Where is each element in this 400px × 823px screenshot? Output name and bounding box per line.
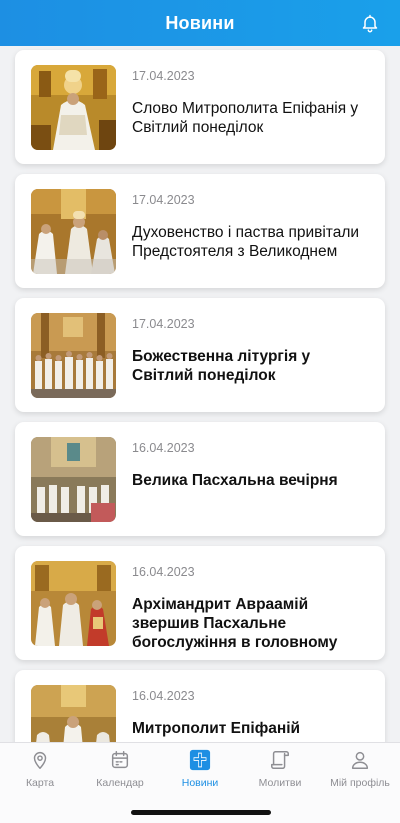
news-title: Божественна літургія у Світлий понеділок <box>132 348 311 384</box>
app: Новини 17.04.2023 Слово Митрополита Епіф… <box>0 0 400 823</box>
tab-label: Карта <box>25 777 55 789</box>
news-card[interactable]: 16.04.2023 Архімандрит Авраамій звершив … <box>15 546 385 660</box>
tab-profile[interactable]: Мій профіль <box>320 749 400 795</box>
page-title: Новини <box>165 12 235 33</box>
news-date: 17.04.2023 <box>132 193 195 207</box>
news-thumbnail <box>31 437 116 522</box>
tab-label: Молитви <box>258 777 302 789</box>
news-card[interactable]: 16.04.2023 Митрополит Епіфаній звершив <box>15 670 385 742</box>
tab-news[interactable]: Новини <box>160 749 240 795</box>
bell-icon[interactable] <box>360 13 380 33</box>
person-icon <box>351 751 369 769</box>
news-date: 16.04.2023 <box>132 441 195 455</box>
news-title: Архімандрит Авраамій звершив Пасхальне б… <box>132 596 338 651</box>
news-cross-icon <box>189 749 211 771</box>
tab-label: Новини <box>181 777 219 789</box>
news-date: 16.04.2023 <box>132 565 195 579</box>
calendar-icon <box>111 751 129 769</box>
news-list: 17.04.2023 Слово Митрополита Епіфанія у … <box>15 50 385 742</box>
tab-map[interactable]: Карта <box>0 749 80 795</box>
news-card[interactable]: 17.04.2023 Божественна літургія у Світли… <box>15 298 385 412</box>
news-title: Митрополит Епіфаній звершив <box>132 720 301 742</box>
tab-label: Календар <box>96 777 144 789</box>
news-thumbnail <box>31 189 116 274</box>
news-title: Духовенство і паства привітали Предстоят… <box>132 224 360 260</box>
news-thumbnail <box>31 685 116 742</box>
news-title: Слово Митрополита Епіфанія у Світлий пон… <box>132 100 359 136</box>
news-date: 17.04.2023 <box>132 317 195 331</box>
map-pin-icon <box>33 752 47 769</box>
news-date: 16.04.2023 <box>132 689 195 703</box>
news-card[interactable]: 17.04.2023 Духовенство і паства привітал… <box>15 174 385 288</box>
news-title: Велика Пасхальна вечірня <box>132 472 338 489</box>
news-thumbnail <box>31 561 116 646</box>
news-thumbnail <box>31 65 116 150</box>
news-card[interactable]: 16.04.2023 Велика Пасхальна вечірня <box>15 422 385 536</box>
tab-prayers[interactable]: Молитви <box>240 749 320 795</box>
tab-calendar[interactable]: Календар <box>80 749 160 795</box>
home-indicator[interactable] <box>131 810 271 815</box>
top-bar: Новини <box>0 0 400 46</box>
tab-label: Мій профіль <box>330 777 390 789</box>
news-thumbnail <box>31 313 116 398</box>
news-date: 17.04.2023 <box>132 69 195 83</box>
scroll-icon <box>271 751 289 769</box>
news-card[interactable]: 17.04.2023 Слово Митрополита Епіфанія у … <box>15 50 385 164</box>
news-feed[interactable]: 17.04.2023 Слово Митрополита Епіфанія у … <box>0 46 400 742</box>
